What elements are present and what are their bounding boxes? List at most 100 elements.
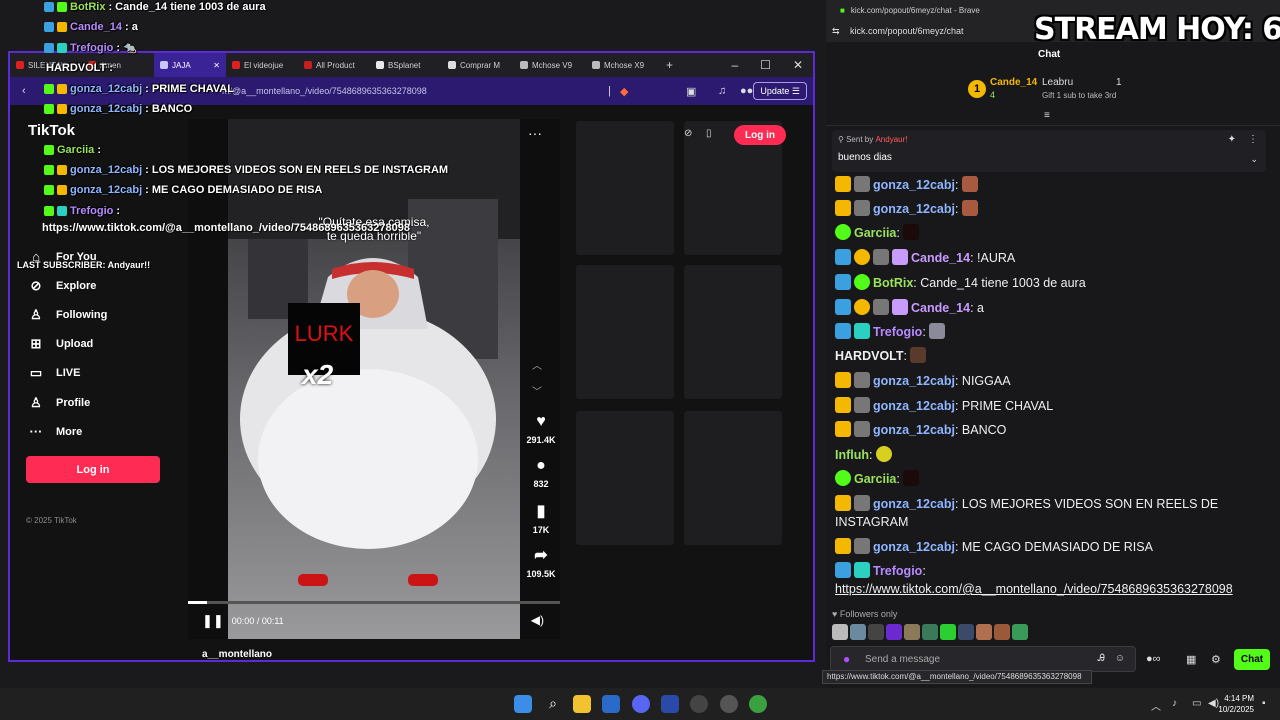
save-action[interactable]: ▮ 17K	[522, 501, 560, 535]
chat-username[interactable]: gonza_12cabj	[873, 423, 955, 437]
clock[interactable]: 4:14 PM 10/2/2025	[1218, 693, 1254, 715]
search-icon[interactable]: ⌕	[544, 695, 562, 713]
chat-url[interactable]: kick.com/popout/6meyz/chat	[850, 26, 964, 36]
emote-icon[interactable]	[922, 624, 938, 640]
microphone-icon[interactable]: ♪	[1172, 698, 1177, 709]
video-thumbnail[interactable]	[684, 265, 782, 399]
chat-username[interactable]: Cande_14	[911, 301, 970, 315]
nav-profile[interactable]: ♙ Profile	[28, 395, 90, 411]
pause-icon[interactable]: ❚❚	[202, 613, 224, 629]
emote-icon[interactable]	[994, 624, 1010, 640]
close-button[interactable]: ✕	[793, 58, 803, 72]
steam-icon[interactable]	[720, 695, 738, 713]
nav-more[interactable]: ··· More	[28, 424, 83, 439]
emote-icon[interactable]	[940, 624, 956, 640]
emote-icon[interactable]	[832, 624, 848, 640]
chat-username[interactable]: Trefogio	[873, 325, 922, 339]
emoji-icon[interactable]: ☺	[1115, 653, 1125, 664]
nav-upload[interactable]: ⊞ Upload	[28, 336, 94, 352]
chat-username[interactable]: Trefogio	[873, 564, 922, 578]
nav-live[interactable]: ▭ LIVE	[28, 365, 81, 381]
login-button[interactable]: Log in	[26, 456, 160, 483]
music-icon[interactable]: ♫	[718, 85, 726, 97]
store-icon[interactable]: ▦	[1186, 653, 1196, 666]
chat-username[interactable]: gonza_12cabj	[873, 178, 955, 192]
maximize-button[interactable]: ☐	[760, 58, 771, 72]
pinned-collapse-icon[interactable]: ⌄	[1250, 154, 1258, 165]
video-thumbnail[interactable]	[576, 121, 674, 255]
obs-icon[interactable]	[690, 695, 708, 713]
video-progress-bar[interactable]	[188, 601, 560, 604]
emote-icon[interactable]	[904, 624, 920, 640]
windows-start-icon[interactable]	[514, 695, 532, 713]
like-action[interactable]: ♥ 291.4K	[522, 413, 560, 445]
sidebar-icon[interactable]: ▣	[686, 85, 696, 98]
chat-username[interactable]: Garciia	[854, 472, 896, 486]
unpin-icon[interactable]: ✦	[1228, 134, 1236, 145]
emote-icon[interactable]	[850, 624, 866, 640]
chat-username[interactable]: gonza_12cabj	[873, 202, 955, 216]
badge-icon	[57, 84, 67, 94]
settings-icon[interactable]: ⚙	[1211, 653, 1221, 666]
chat-username[interactable]: Influh	[835, 448, 869, 462]
chat-text: :	[954, 202, 959, 216]
chat-username[interactable]: gonza_12cabj	[873, 399, 955, 413]
video-thumbnail[interactable]	[576, 265, 674, 399]
emote-icon[interactable]	[976, 624, 992, 640]
emote-icon[interactable]	[868, 624, 884, 640]
volume-icon[interactable]: ◀)	[1208, 698, 1219, 709]
tab-7[interactable]: Mchose V9	[514, 53, 586, 77]
nav-following[interactable]: ♙ Following	[28, 307, 107, 323]
volume-icon[interactable]: ◀)	[531, 613, 544, 627]
video-thumbnail[interactable]	[684, 411, 782, 545]
chat-username[interactable]: HARDVOLT	[835, 349, 904, 363]
chat-username[interactable]: BotRix	[873, 276, 913, 290]
video-thumbnail[interactable]	[576, 411, 674, 545]
leader-name[interactable]: Leabru	[1042, 77, 1073, 88]
chat-username[interactable]: gonza_12cabj	[873, 374, 955, 388]
update-button[interactable]: Update ☰	[753, 82, 807, 100]
brave-shield-icon[interactable]: ◆	[620, 85, 628, 98]
users-icon[interactable]: ●∞	[1146, 653, 1161, 665]
tiktok-logo[interactable]: TikTok	[28, 122, 75, 139]
share-action[interactable]: ➦ 109.5K	[522, 545, 560, 579]
next-video-icon[interactable]: ﹀	[532, 383, 542, 398]
emote-icon[interactable]	[958, 624, 974, 640]
notifications-icon[interactable]: ▪	[1262, 698, 1266, 709]
app-icon[interactable]	[661, 695, 679, 713]
video-more-icon[interactable]: ···	[528, 125, 542, 141]
tray-chevron-icon[interactable]: ︿	[1151, 698, 1161, 713]
header-login-button[interactable]: Log in	[734, 125, 786, 145]
prev-video-icon[interactable]: ︿	[532, 357, 542, 372]
expand-icon[interactable]: ≡	[1044, 110, 1050, 121]
device-icon[interactable]: ▯	[706, 128, 712, 139]
emote-icon[interactable]	[886, 624, 902, 640]
send-chat-button[interactable]: Chat	[1234, 649, 1270, 670]
tab-8[interactable]: Mchose X9	[586, 53, 658, 77]
network-icon[interactable]: ▭	[1192, 698, 1201, 709]
chat-username[interactable]: Garciia	[854, 226, 896, 240]
comment-action[interactable]: ● 832	[522, 457, 560, 489]
discord-icon[interactable]	[632, 695, 650, 713]
microphone-icon[interactable]: ●	[843, 652, 850, 666]
chat-link[interactable]: https://www.tiktok.com/@a__montellano_/v…	[835, 580, 1265, 598]
chat-username[interactable]: gonza_12cabj	[873, 497, 955, 511]
message-input[interactable]: ● Send a message Ꭿ ☺	[830, 646, 1136, 672]
author-name[interactable]: a__montellano	[202, 649, 272, 660]
app-icon[interactable]	[749, 695, 767, 713]
chat-username[interactable]: Cande_14	[911, 251, 970, 265]
translate-icon[interactable]: Ꭿ	[1098, 653, 1105, 664]
emote-icon[interactable]	[1012, 624, 1028, 640]
compass-icon[interactable]: ⊘	[684, 128, 692, 139]
store-icon[interactable]	[602, 695, 620, 713]
file-explorer-icon[interactable]	[573, 695, 591, 713]
chat-username[interactable]: gonza_12cabj	[873, 540, 955, 554]
nav-explore[interactable]: ⊘ Explore	[28, 278, 97, 294]
pinned-menu-icon[interactable]: ⋮	[1248, 134, 1258, 145]
site-settings-icon[interactable]: ⇆	[832, 26, 840, 37]
chat-text: : BANCO	[954, 423, 1007, 437]
minimize-button[interactable]: –	[731, 58, 738, 72]
extensions-icon[interactable]: ●●	[740, 85, 753, 97]
new-tab-button[interactable]: +	[658, 58, 673, 72]
leader-name[interactable]: Cande_14	[990, 77, 1037, 88]
